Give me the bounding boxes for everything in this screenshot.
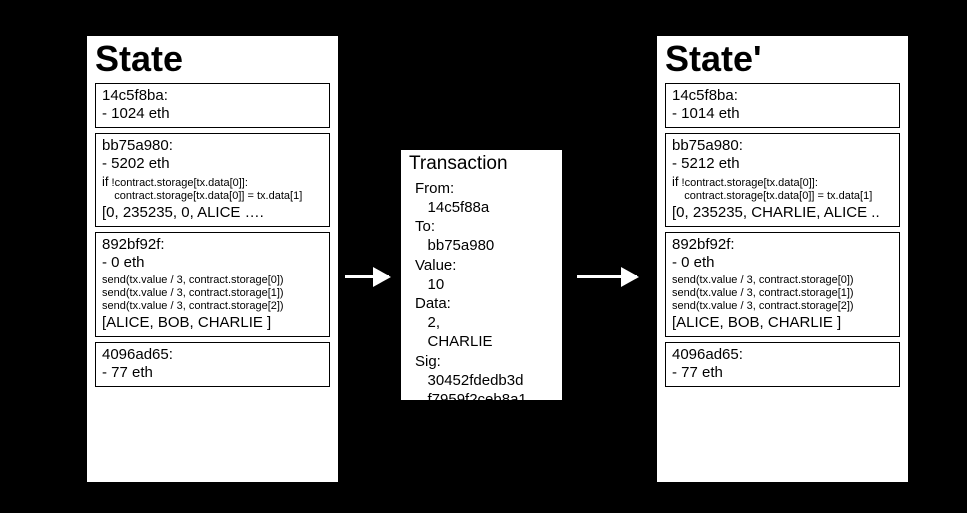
account-box: 892bf92f: - 0 eth send(tx.value / 3, con…	[95, 232, 330, 337]
account-address: 892bf92f:	[672, 236, 893, 254]
account-balance: - 77 eth	[102, 364, 323, 382]
account-address: bb75a980:	[672, 137, 893, 155]
account-balance: - 0 eth	[102, 254, 323, 272]
account-storage: [0, 235235, CHARLIE, ALICE ..	[672, 204, 893, 222]
account-address: 4096ad65:	[102, 346, 323, 364]
arrow-icon	[345, 275, 389, 278]
account-balance: - 5212 eth	[672, 155, 893, 173]
tx-to-label: To:	[415, 218, 435, 235]
transaction-panel: Transaction From: 14c5f88a To: bb75a980 …	[399, 148, 564, 402]
tx-from: 14c5f88a	[428, 199, 490, 216]
account-balance: - 0 eth	[672, 254, 893, 272]
state-prime-panel: State 14c5f8ba: - 1014 eth bb75a980: - 5…	[655, 34, 910, 484]
account-box: 4096ad65: - 77 eth	[95, 342, 330, 387]
account-box: 14c5f8ba: - 1024 eth	[95, 83, 330, 128]
account-storage: [ALICE, BOB, CHARLIE ]	[672, 314, 893, 332]
account-balance: - 1024 eth	[102, 105, 323, 123]
account-address: 14c5f8ba:	[102, 87, 323, 105]
account-code: if !contract.storage[tx.data[0]]: contra…	[102, 175, 323, 203]
arrow-icon	[577, 275, 637, 278]
account-box: 4096ad65: - 77 eth	[665, 342, 900, 387]
account-address: 14c5f8ba:	[672, 87, 893, 105]
tx-from-label: From:	[415, 180, 454, 197]
account-address: bb75a980:	[102, 137, 323, 155]
account-balance: - 77 eth	[672, 364, 893, 382]
account-storage: [ALICE, BOB, CHARLIE ]	[102, 314, 323, 332]
account-box: 892bf92f: - 0 eth send(tx.value / 3, con…	[665, 232, 900, 337]
tx-sig-1: 30452fdedb3d	[428, 372, 524, 389]
tx-to: bb75a980	[428, 237, 495, 254]
account-address: 892bf92f:	[102, 236, 323, 254]
state-title: State	[95, 40, 330, 78]
account-box: bb75a980: - 5212 eth if !contract.storag…	[665, 133, 900, 228]
transaction-title: Transaction	[409, 154, 554, 175]
tx-data-1: 2,	[428, 314, 441, 331]
account-code: send(tx.value / 3, contract.storage[0]) …	[102, 274, 323, 312]
tx-data-label: Data:	[415, 295, 451, 312]
account-code: if !contract.storage[tx.data[0]]: contra…	[672, 175, 893, 203]
account-box: 14c5f8ba: - 1014 eth	[665, 83, 900, 128]
state-panel: State 14c5f8ba: - 1024 eth bb75a980: - 5…	[85, 34, 340, 484]
account-address: 4096ad65:	[672, 346, 893, 364]
tx-sig-label: Sig:	[415, 353, 441, 370]
account-code: send(tx.value / 3, contract.storage[0]) …	[672, 274, 893, 312]
tx-sig-2: f7959f2ceb8a1	[428, 391, 527, 408]
account-balance: - 1014 eth	[672, 105, 893, 123]
account-box: bb75a980: - 5202 eth if !contract.storag…	[95, 133, 330, 228]
state-prime-title: State	[665, 40, 900, 78]
tx-value-label: Value:	[415, 257, 456, 274]
account-storage: [0, 235235, 0, ALICE ….	[102, 204, 323, 222]
transaction-body: From: 14c5f88a To: bb75a980 Value: 10 Da…	[409, 179, 554, 409]
tx-data-2: CHARLIE	[428, 333, 493, 350]
tx-value: 10	[428, 276, 445, 293]
account-balance: - 5202 eth	[102, 155, 323, 173]
